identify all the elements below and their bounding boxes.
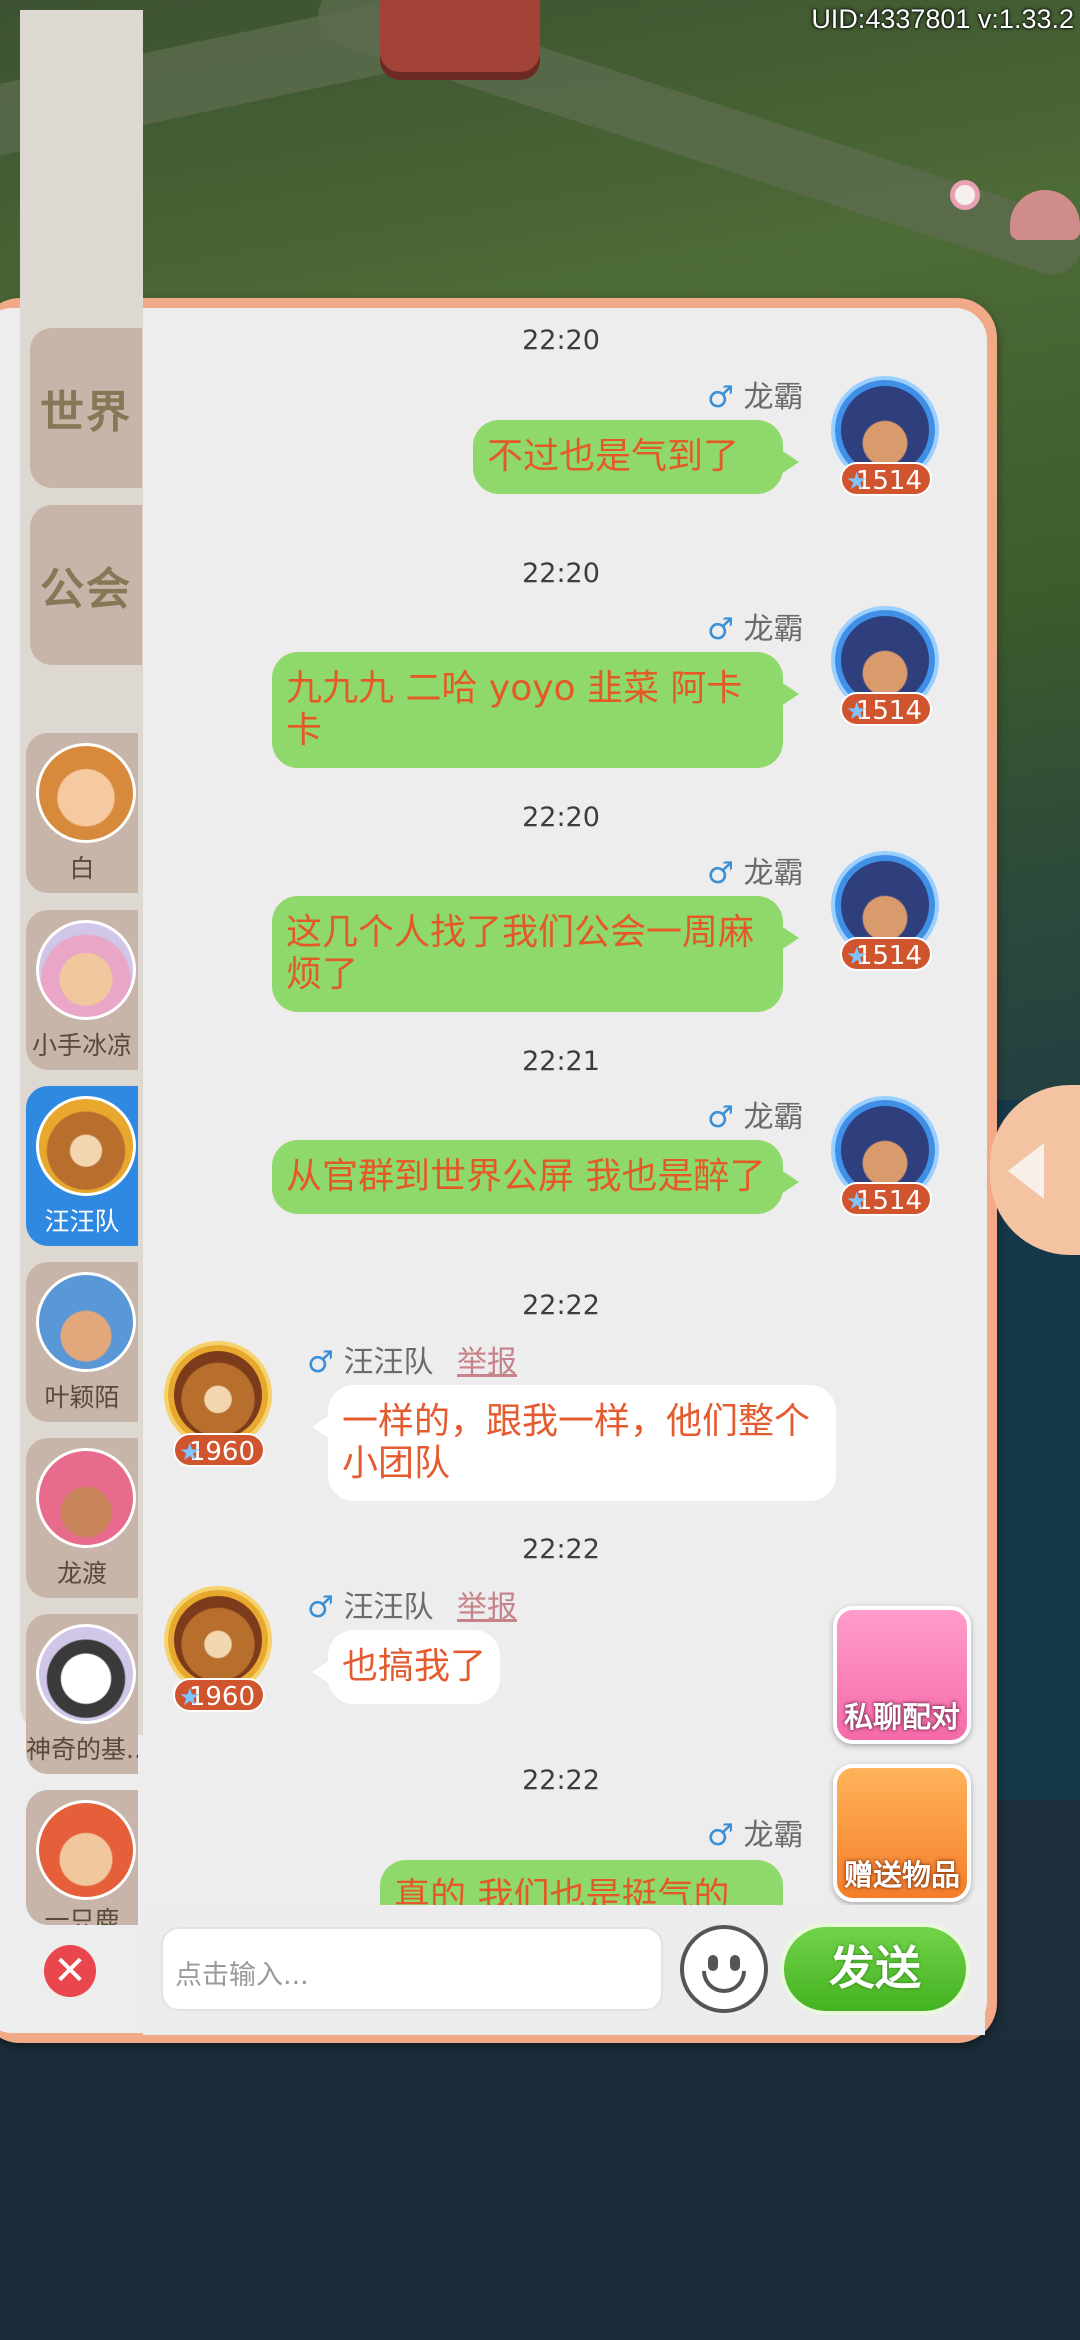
chat-bubble-mine: 不过也是气到了 xyxy=(473,420,799,494)
male-icon: ♂ xyxy=(707,612,734,647)
message-timestamp: 22:22 xyxy=(522,1290,600,1321)
emoji-eye xyxy=(730,1955,740,1971)
contact-item[interactable]: 神奇的基... xyxy=(26,1614,138,1774)
emoji-eye xyxy=(708,1955,718,1971)
avatar xyxy=(36,1096,136,1196)
message-timestamp: 22:20 xyxy=(522,325,600,356)
level-badge: ★ 1960 xyxy=(173,1433,265,1467)
chat-bubble-incoming: 一样的，跟我一样，他们整个小团队 xyxy=(312,1385,836,1501)
sender-line: ♂ 龙霸 xyxy=(707,1810,803,1854)
contact-name: 一只鹿 xyxy=(44,1906,120,1925)
male-icon: ♂ xyxy=(307,1345,334,1380)
avatar[interactable]: ★ 1514 xyxy=(825,1090,945,1216)
avatar xyxy=(36,1624,136,1724)
background-bottom xyxy=(0,2040,1080,2340)
contact-item[interactable]: 小手冰凉 xyxy=(26,910,138,1070)
sender-name: 汪汪队 xyxy=(343,1345,434,1380)
contact-item-active[interactable]: 汪汪队 xyxy=(26,1086,138,1246)
avatar[interactable]: ★ 1514 xyxy=(825,370,945,496)
sender-name: 龙霸 xyxy=(743,612,804,647)
contact-item[interactable]: 叶颖陌 xyxy=(26,1262,138,1422)
chat-bubble-mine: 从官群到世界公屏 我也是醉了 xyxy=(272,1140,799,1214)
level-badge: ★ 1514 xyxy=(840,462,932,496)
male-icon: ♂ xyxy=(307,1590,334,1625)
emoji-icon[interactable] xyxy=(680,1925,768,2013)
gift-button[interactable]: 赠送物品 xyxy=(833,1764,971,1902)
level-badge: ★ 1514 xyxy=(840,692,932,726)
sender-line: ♂ 龙霸 xyxy=(707,604,803,648)
uid-version-label: UID:4337801 v:1.33.2 xyxy=(811,4,1074,34)
chat-bubble-mine: 真的 我们也是挺气的 xyxy=(380,1860,783,1905)
contact-item[interactable]: 一只鹿 xyxy=(26,1790,138,1925)
avatar xyxy=(36,1448,136,1548)
background-building xyxy=(380,0,540,80)
male-icon: ♂ xyxy=(707,380,734,415)
message-timestamp: 22:20 xyxy=(522,802,600,833)
contact-item[interactable]: 龙渡 xyxy=(26,1438,138,1598)
sender-line: ♂ 龙霸 xyxy=(707,1092,803,1136)
star-icon: ★ xyxy=(179,1438,201,1466)
report-link[interactable]: 举报 xyxy=(457,1590,517,1625)
level-badge: ★ 1960 xyxy=(173,1678,265,1712)
avatar-face xyxy=(168,1345,268,1445)
avatar[interactable]: ★ 1514 xyxy=(825,600,945,726)
tab-guild[interactable]: 公会 xyxy=(30,505,142,665)
contact-name: 叶颖陌 xyxy=(44,1383,120,1412)
level-badge: ★ 1514 xyxy=(840,937,932,971)
report-link[interactable]: 举报 xyxy=(457,1345,517,1380)
sender-name: 汪汪队 xyxy=(343,1590,434,1625)
sender-name: 龙霸 xyxy=(743,1818,804,1853)
avatar xyxy=(36,1800,136,1900)
private-match-button[interactable]: 私聊配对 xyxy=(833,1606,971,1744)
contact-name: 白 xyxy=(69,854,95,883)
sender-line: ♂ 汪汪队 举报 xyxy=(307,1337,517,1381)
star-icon: ★ xyxy=(846,697,868,725)
avatar-face xyxy=(168,1590,268,1690)
message-timestamp: 22:21 xyxy=(522,1046,600,1077)
star-icon: ★ xyxy=(846,942,868,970)
sender-name: 龙霸 xyxy=(743,856,804,891)
male-icon: ♂ xyxy=(707,1100,734,1135)
avatar xyxy=(36,1272,136,1372)
level-badge: ★ 1514 xyxy=(840,1182,932,1216)
contact-name: 神奇的基... xyxy=(26,1735,138,1764)
contact-name: 汪汪队 xyxy=(44,1207,120,1236)
gift-label: 赠送物品 xyxy=(843,1858,960,1892)
chat-bubble-mine: 这几个人找了我们公会一周麻烦了 xyxy=(272,896,799,1012)
close-icon[interactable]: ✕ xyxy=(44,1945,96,1997)
avatar[interactable]: ★ 1960 xyxy=(148,1325,298,1475)
message-timestamp: 22:22 xyxy=(522,1534,600,1565)
contact-name: 龙渡 xyxy=(56,1559,107,1588)
avatar[interactable]: ★ 1514 xyxy=(825,845,945,971)
avatar xyxy=(36,920,136,1020)
chat-input[interactable]: 点击输入... xyxy=(161,1927,663,2011)
send-button[interactable]: 发送 xyxy=(780,1923,970,2015)
sender-name: 龙霸 xyxy=(743,1100,804,1135)
chat-bubble-incoming: 也搞我了 xyxy=(311,1630,501,1704)
emoji-mouth xyxy=(702,1971,746,1993)
chat-bubble-mine: 九九九 二哈 yoyo 韭菜 阿卡卡 xyxy=(272,652,799,768)
avatar xyxy=(36,743,136,843)
sender-line: ♂ 龙霸 xyxy=(707,372,803,416)
star-icon: ★ xyxy=(846,467,868,495)
contact-item[interactable]: 白 xyxy=(26,733,138,893)
tab-world[interactable]: 世界 xyxy=(30,328,142,488)
sender-line: ♂ 龙霸 xyxy=(707,848,803,892)
chat-input-bar: 点击输入... 发送 xyxy=(143,1905,985,2035)
sender-line: ♂ 汪汪队 举报 xyxy=(307,1582,517,1626)
sender-name: 龙霸 xyxy=(743,380,804,415)
star-icon: ★ xyxy=(846,1187,868,1215)
contact-name: 小手冰凉 xyxy=(31,1031,132,1060)
male-icon: ♂ xyxy=(707,856,734,891)
star-icon: ★ xyxy=(179,1683,201,1711)
male-icon: ♂ xyxy=(707,1818,734,1853)
private-match-label: 私聊配对 xyxy=(843,1700,960,1734)
background-flower xyxy=(950,180,980,210)
message-timestamp: 22:20 xyxy=(522,558,600,589)
arrow-left-icon xyxy=(1008,1143,1044,1199)
avatar[interactable]: ★ 1960 xyxy=(148,1570,298,1720)
